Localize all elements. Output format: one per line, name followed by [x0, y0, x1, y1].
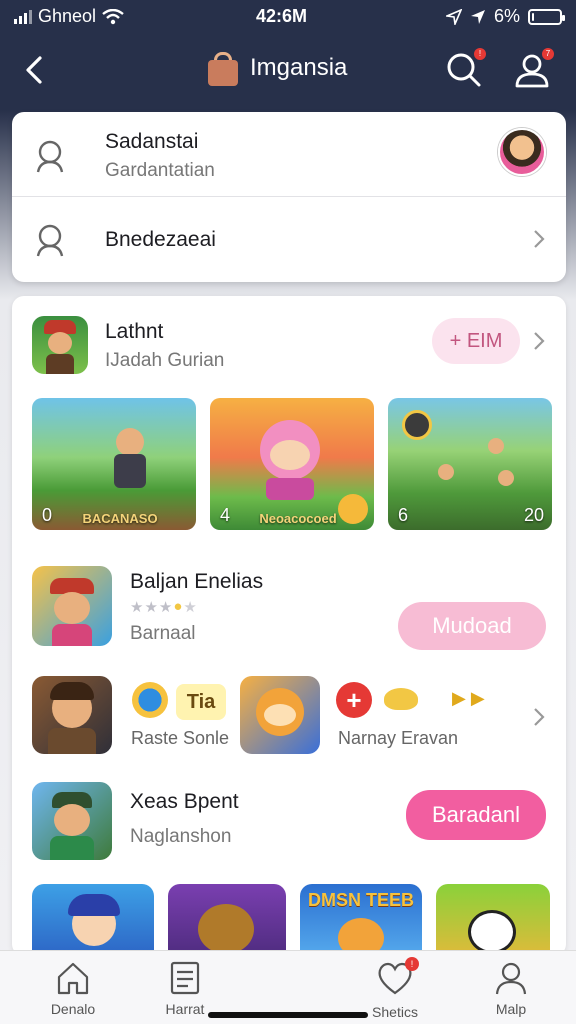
notification-badge: 7 — [542, 48, 554, 60]
list-item-subtitle: Barnaal — [130, 623, 196, 644]
star-icon: ★ — [183, 599, 197, 616]
mini-game-icon[interactable] — [132, 682, 168, 718]
chevron-right-icon — [534, 230, 545, 248]
star-icon: ★ — [130, 599, 144, 616]
thumbnail-label: BACANASO — [82, 511, 158, 526]
add-circle-icon[interactable]: + — [336, 682, 372, 718]
game-thumbnail[interactable]: 0 BACANASO — [32, 398, 196, 530]
signal-icon — [14, 9, 32, 24]
battery-icon — [528, 8, 565, 25]
game-thumbnail[interactable]: 4 Neoacocoed — [210, 398, 374, 530]
featured-app-icon[interactable] — [32, 316, 88, 374]
avatar[interactable] — [498, 128, 546, 176]
person-icon — [495, 962, 527, 995]
list-app-icon[interactable] — [32, 566, 112, 646]
game-thumbnail[interactable]: 6 20 — [388, 398, 552, 530]
list-app-icon[interactable] — [240, 676, 320, 754]
secondary-label: Bnedezaeai — [105, 228, 216, 251]
battery-percent: 6% — [493, 6, 520, 26]
account-subtitle: Gardantatian — [105, 160, 215, 181]
download-button[interactable]: Mudoad — [398, 602, 546, 650]
user-icon — [36, 224, 64, 257]
search-icon — [36, 140, 64, 173]
list-item-caption: Narnay Eravan — [338, 728, 459, 748]
thumbnail-count-right: 20 — [523, 505, 544, 525]
tab-label: Shetics — [372, 1004, 418, 1020]
tab-home[interactable]: Denalo — [28, 959, 118, 1017]
mini-game-icon — [384, 688, 418, 710]
thumbnail-label: Neoacocoed — [259, 511, 337, 526]
carrier-name: Ghneol — [38, 6, 97, 26]
clock: 42:6M — [256, 6, 308, 26]
featured-app-subtitle: IJadah Gurian — [105, 350, 225, 371]
content-card: Lathnt IJadah Gurian + EIM 0 BACANASO 4 Ne… — [12, 296, 566, 956]
list-icon — [170, 961, 200, 995]
location-icon — [445, 8, 462, 25]
list-item-title: Baljan Enelias — [130, 570, 264, 593]
back-arrow-icon[interactable] — [18, 52, 54, 88]
mini-badge[interactable]: Tia — [176, 684, 226, 720]
install-button[interactable]: Baradanl — [406, 790, 546, 840]
account-card: Sadanstai Gardantatian Bnedezaeai — [12, 112, 566, 282]
notification-badge: ! — [474, 48, 486, 60]
list-item-caption: Raste Sonle — [131, 728, 230, 748]
star-icon: ★ — [144, 599, 158, 616]
list-item-text: Xeas Bpent Naglanshon — [130, 790, 239, 848]
game-tile-title: DMSN TEEB — [307, 890, 414, 910]
tab-list[interactable]: Harrat — [140, 959, 230, 1017]
tab-label: Denalo — [50, 1001, 96, 1017]
status-right: 6% — [445, 6, 565, 27]
list-item-subtitle: Naglanshon — [130, 826, 232, 847]
home-icon — [57, 962, 89, 995]
wifi-icon — [102, 8, 124, 24]
thumbnail-count: 6 — [398, 505, 409, 525]
tab-profile[interactable]: Malp — [466, 959, 556, 1017]
game-tile[interactable] — [436, 884, 550, 956]
game-tile[interactable] — [32, 884, 154, 956]
game-tile[interactable]: DMSN TEEB — [300, 884, 422, 956]
list-app-icon[interactable] — [32, 782, 112, 860]
account-name: Sadanstai — [105, 130, 199, 153]
status-bar: Ghneol 42:6M 6% — [0, 0, 576, 34]
navigation-icon — [470, 9, 485, 24]
star-icon: ★ — [158, 599, 173, 616]
featured-app-title: Lathnt — [105, 320, 164, 343]
thumbnail-count: 0 — [42, 505, 53, 525]
chevron-right-icon[interactable] — [530, 706, 548, 728]
chevron-right-icon[interactable] — [530, 330, 548, 352]
search-button[interactable]: ! — [444, 48, 486, 90]
divider — [12, 196, 566, 197]
shopping-bag-icon — [206, 50, 240, 86]
home-indicator — [208, 1012, 368, 1018]
list-app-icon[interactable] — [32, 676, 112, 754]
featured-app-text: Lathnt IJadah Gurian — [105, 320, 224, 372]
notification-badge: ! — [405, 957, 419, 971]
tab-favorites[interactable]: ! Shetics — [350, 957, 440, 1020]
profile-button[interactable]: 7 — [512, 48, 554, 90]
account-row-secondary[interactable]: Bnedezaeai — [12, 214, 566, 266]
rating-stars: ★ ★ ★ ● ★ — [130, 598, 197, 616]
list-item-text: Baljan Enelias ★ ★ ★ ● ★ Barnaal — [130, 570, 263, 645]
tab-label: Malp — [495, 1001, 527, 1017]
page-title-text: Imgansia — [250, 54, 348, 81]
arrow-icons: ▶ ▶ — [452, 688, 485, 708]
nav-bar: Imgansia ! 7 — [0, 38, 576, 102]
account-row-primary[interactable]: Sadanstai Gardantatian — [12, 128, 566, 184]
get-button[interactable]: + EIM — [432, 318, 520, 364]
carrier-group: Ghneol — [14, 6, 124, 27]
thumbnail-count: 4 — [220, 505, 231, 525]
game-tile[interactable] — [168, 884, 286, 956]
page-title: Imgansia — [206, 50, 347, 86]
tab-label: Harrat — [165, 1001, 205, 1017]
list-item-title: Xeas Bpent — [130, 790, 239, 813]
star-icon: ● — [173, 598, 183, 615]
